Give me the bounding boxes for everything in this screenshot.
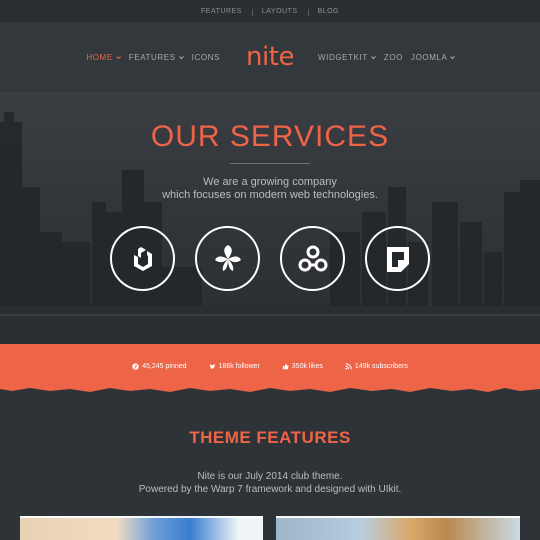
leaf-icon <box>214 244 241 271</box>
services-title: OUR SERVICES <box>150 120 390 153</box>
image-frame <box>20 516 263 540</box>
nav-item-icons[interactable]: ICONS <box>192 53 220 62</box>
subtitle-line: We are a growing company <box>203 176 337 188</box>
uikit-icon <box>133 246 152 271</box>
feature-image-wheat[interactable] <box>276 516 520 540</box>
features-description: Nite is our July 2014 club theme. Powere… <box>0 470 540 496</box>
nav-item-label: HOME <box>86 52 113 62</box>
feature-image-portrait[interactable] <box>20 516 263 540</box>
pinterest-icon <box>132 362 139 370</box>
service-page[interactable] <box>365 226 430 291</box>
services-subtitle: We are a growing company which focuses o… <box>0 176 540 202</box>
social-item-label: 149k subscribers <box>354 362 408 370</box>
chevron-down-icon <box>450 55 456 59</box>
features-title: THEME FEATURES <box>189 428 351 447</box>
nav-item-home[interactable]: HOME <box>86 52 121 62</box>
topbar-link-layouts[interactable]: LAYOUTS <box>251 8 308 16</box>
topbar-link-blog[interactable]: BLOG <box>307 8 349 16</box>
service-uikit[interactable] <box>110 226 175 291</box>
twitter-icon <box>209 363 216 369</box>
page-icon <box>386 246 409 272</box>
image-frame <box>276 516 520 540</box>
nav-item-label: ZOO <box>383 52 403 62</box>
chevron-down-icon <box>370 55 376 59</box>
main-nav-left: HOME FEATURES ICONS <box>82 22 224 92</box>
site-header: HOME FEATURES ICONS nite WIDGETKIT ZOO J… <box>0 22 540 92</box>
title-divider <box>230 163 310 164</box>
main-nav-right: WIDGETKIT ZOO JOOMLA <box>314 22 459 92</box>
site-logo[interactable]: nite <box>246 42 294 72</box>
rss-icon <box>345 362 352 370</box>
nav-item-features[interactable]: FEATURES <box>129 53 184 62</box>
social-item-label: 186k follower <box>218 362 260 370</box>
social-item-label: 45,245 pinned <box>142 362 187 370</box>
chevron-down-icon <box>178 55 184 59</box>
social-item-label: 350k likes <box>291 362 323 370</box>
service-nodes[interactable] <box>280 226 345 291</box>
nav-item-widgetkit[interactable]: WIDGETKIT <box>318 53 376 62</box>
description-line: Powered by the Warp 7 framework and desi… <box>138 484 402 495</box>
nav-item-joomla[interactable]: JOOMLA <box>411 53 456 62</box>
nav-item-label: WIDGETKIT <box>318 52 368 62</box>
social-item-rss[interactable]: 149k subscribers <box>345 363 408 370</box>
topbar-link-features[interactable]: FEATURES <box>191 8 252 15</box>
like-icon <box>282 363 289 369</box>
services-hero: OUR SERVICES We are a growing company wh… <box>0 92 540 344</box>
social-item-facebook[interactable]: 350k likes <box>282 363 323 370</box>
torn-edge-divider <box>0 386 540 392</box>
chevron-down-icon <box>115 55 121 59</box>
nav-item-zoo[interactable]: ZOO <box>384 53 403 62</box>
subtitle-line: which focuses on modern web technologies… <box>162 189 378 201</box>
nav-item-label: JOOMLA <box>410 52 448 62</box>
nav-item-label: ICONS <box>191 52 220 62</box>
social-stats-bar: 45,245 pinned 186k follower 350k likes 1… <box>0 344 540 388</box>
nav-item-label: FEATURES <box>128 52 176 62</box>
service-leaf[interactable] <box>195 226 260 291</box>
nodes-icon <box>298 245 327 271</box>
top-bar: FEATURES LAYOUTS BLOG <box>0 0 540 22</box>
description-line: Nite is our July 2014 club theme. <box>197 471 343 482</box>
social-item-twitter[interactable]: 186k follower <box>209 363 260 370</box>
service-icons <box>0 226 540 291</box>
social-item-pinterest[interactable]: 45,245 pinned <box>132 362 187 370</box>
